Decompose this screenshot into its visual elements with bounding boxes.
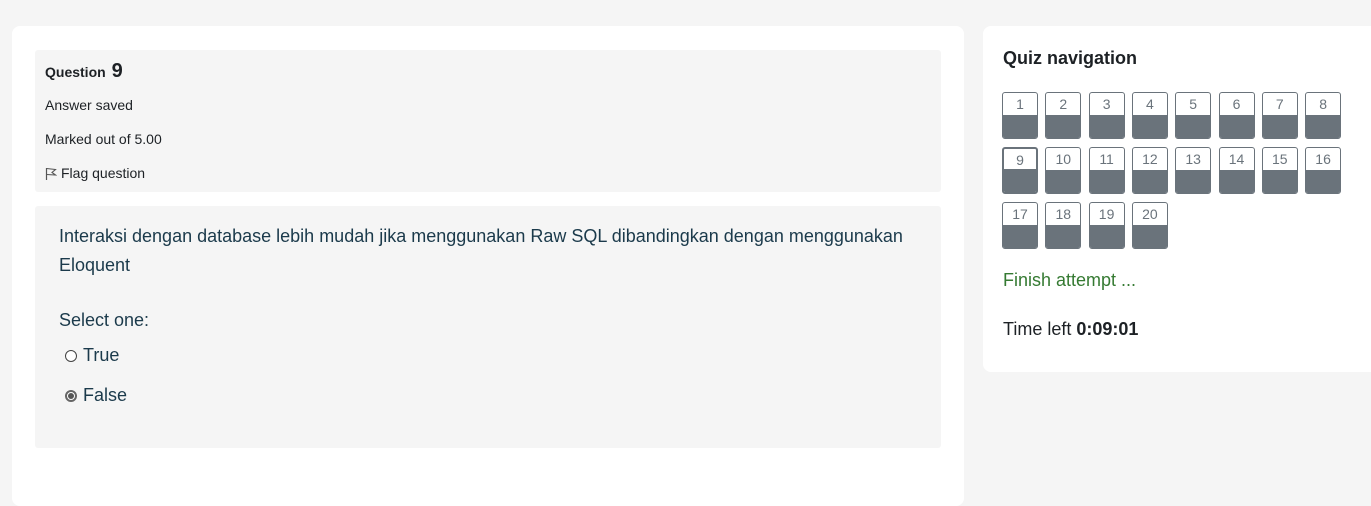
flag-icon (45, 167, 58, 180)
quiz-nav-button-8[interactable]: 8 (1305, 92, 1342, 139)
option-false-label: False (83, 385, 128, 405)
answered-indicator (1306, 115, 1341, 138)
time-left: Time left 0:09:01 (1003, 319, 1138, 340)
quiz-nav-button-label: 4 (1145, 96, 1154, 112)
answered-indicator (1132, 225, 1167, 248)
question-label: Question (45, 64, 106, 80)
answered-indicator (1132, 170, 1167, 193)
quiz-nav-button-6[interactable]: 6 (1218, 92, 1255, 139)
time-left-value: 0:09:01 (1076, 319, 1139, 339)
flag-question-button[interactable]: Flag question (45, 165, 145, 181)
answered-indicator (1262, 115, 1297, 138)
quiz-nav-button-18[interactable]: 18 (1045, 202, 1082, 249)
option-false[interactable]: False (65, 385, 127, 406)
quiz-nav-button-label: 12 (1142, 151, 1158, 167)
answered-indicator (1219, 170, 1254, 193)
quiz-nav-button-3[interactable]: 3 (1088, 92, 1125, 139)
quiz-nav-button-1[interactable]: 1 (1002, 92, 1038, 139)
radio-true[interactable] (65, 349, 77, 362)
question-info: Question 9 Answer saved Marked out of 5.… (35, 50, 941, 192)
question-text: Interaksi dengan database lebih mudah ji… (59, 226, 903, 275)
answered-indicator (1089, 225, 1124, 248)
select-prompt: Select one: (59, 310, 150, 330)
quiz-nav-button-label: 5 (1189, 96, 1198, 112)
answered-indicator (1176, 170, 1211, 193)
quiz-nav-button-10[interactable]: 10 (1045, 147, 1082, 194)
quiz-nav-button-13[interactable]: 13 (1175, 147, 1212, 194)
quiz-nav-button-12[interactable]: 12 (1131, 147, 1168, 194)
answered-indicator (1046, 225, 1081, 248)
quiz-nav-button-label: 15 (1272, 151, 1288, 167)
answered-indicator (1003, 115, 1037, 138)
quiz-navigation-title: Quiz navigation (1003, 48, 1138, 68)
question-state: Answer saved (45, 97, 133, 113)
answered-indicator (1306, 170, 1341, 193)
answered-indicator (1132, 115, 1167, 138)
answered-indicator (1219, 115, 1254, 138)
answered-indicator (1262, 170, 1297, 193)
quiz-nav-button-label: 3 (1102, 96, 1111, 112)
quiz-nav-button-label: 18 (1055, 206, 1072, 222)
flag-question-label: Flag question (61, 165, 146, 181)
quiz-nav-button-label: 14 (1228, 151, 1245, 167)
quiz-nav-button-2[interactable]: 2 (1045, 92, 1082, 139)
time-left-label: Time left (1003, 319, 1072, 339)
quiz-nav-button-20[interactable]: 20 (1131, 202, 1168, 249)
question-number: Question 9 (45, 60, 123, 83)
quiz-nav-button-label: 16 (1315, 151, 1331, 167)
quiz-nav-button-label: 7 (1275, 96, 1284, 112)
quiz-nav-button-5[interactable]: 5 (1175, 92, 1212, 139)
answered-indicator (1089, 170, 1124, 193)
radio-false[interactable] (65, 389, 77, 402)
question-content: Interaksi dengan database lebih mudah ji… (35, 206, 941, 448)
answered-indicator (1176, 115, 1211, 138)
question-num: 9 (111, 60, 123, 82)
quiz-nav-button-7[interactable]: 7 (1261, 92, 1298, 139)
quiz-nav-button-4[interactable]: 4 (1131, 92, 1168, 139)
option-true-label: True (83, 345, 120, 365)
quiz-nav-button-label: 17 (1012, 206, 1028, 222)
quiz-nav-button-9[interactable]: 9 (1002, 147, 1038, 194)
option-true[interactable]: True (65, 345, 119, 366)
answered-indicator (1089, 115, 1124, 138)
quiz-nav-button-16[interactable]: 16 (1305, 147, 1342, 194)
quiz-nav-button-19[interactable]: 19 (1088, 202, 1125, 249)
question-marks: Marked out of 5.00 (45, 131, 162, 147)
answered-indicator (1003, 225, 1037, 248)
quiz-nav-button-label: 2 (1059, 96, 1068, 112)
answered-indicator (1046, 170, 1081, 193)
quiz-nav-button-label: 6 (1232, 96, 1241, 112)
quiz-nav-button-label: 1 (1016, 96, 1024, 112)
quiz-nav-button-label: 10 (1055, 151, 1072, 167)
answered-indicator (1046, 115, 1081, 138)
answered-indicator (1004, 169, 1036, 192)
quiz-nav-button-label: 20 (1142, 206, 1158, 222)
quiz-nav-button-15[interactable]: 15 (1261, 147, 1298, 194)
quiz-nav-button-label: 11 (1099, 151, 1114, 167)
quiz-nav-button-11[interactable]: 11 (1088, 147, 1125, 194)
finish-attempt-link[interactable]: Finish attempt ... (1003, 270, 1136, 291)
quiz-nav-button-14[interactable]: 14 (1218, 147, 1255, 194)
quiz-nav-button-label: 19 (1098, 206, 1115, 222)
question-panel: Question 9 Answer saved Marked out of 5.… (12, 26, 964, 506)
quiz-nav-button-label: 8 (1319, 96, 1327, 112)
quiz-navigation-panel: Quiz navigation 1 2 3 4 5 6 7 8 9 10 11 12 13 14 15 16 1… (983, 26, 1371, 372)
quiz-nav-button-17[interactable]: 17 (1002, 202, 1038, 249)
quiz-nav-button-label: 13 (1185, 151, 1201, 167)
